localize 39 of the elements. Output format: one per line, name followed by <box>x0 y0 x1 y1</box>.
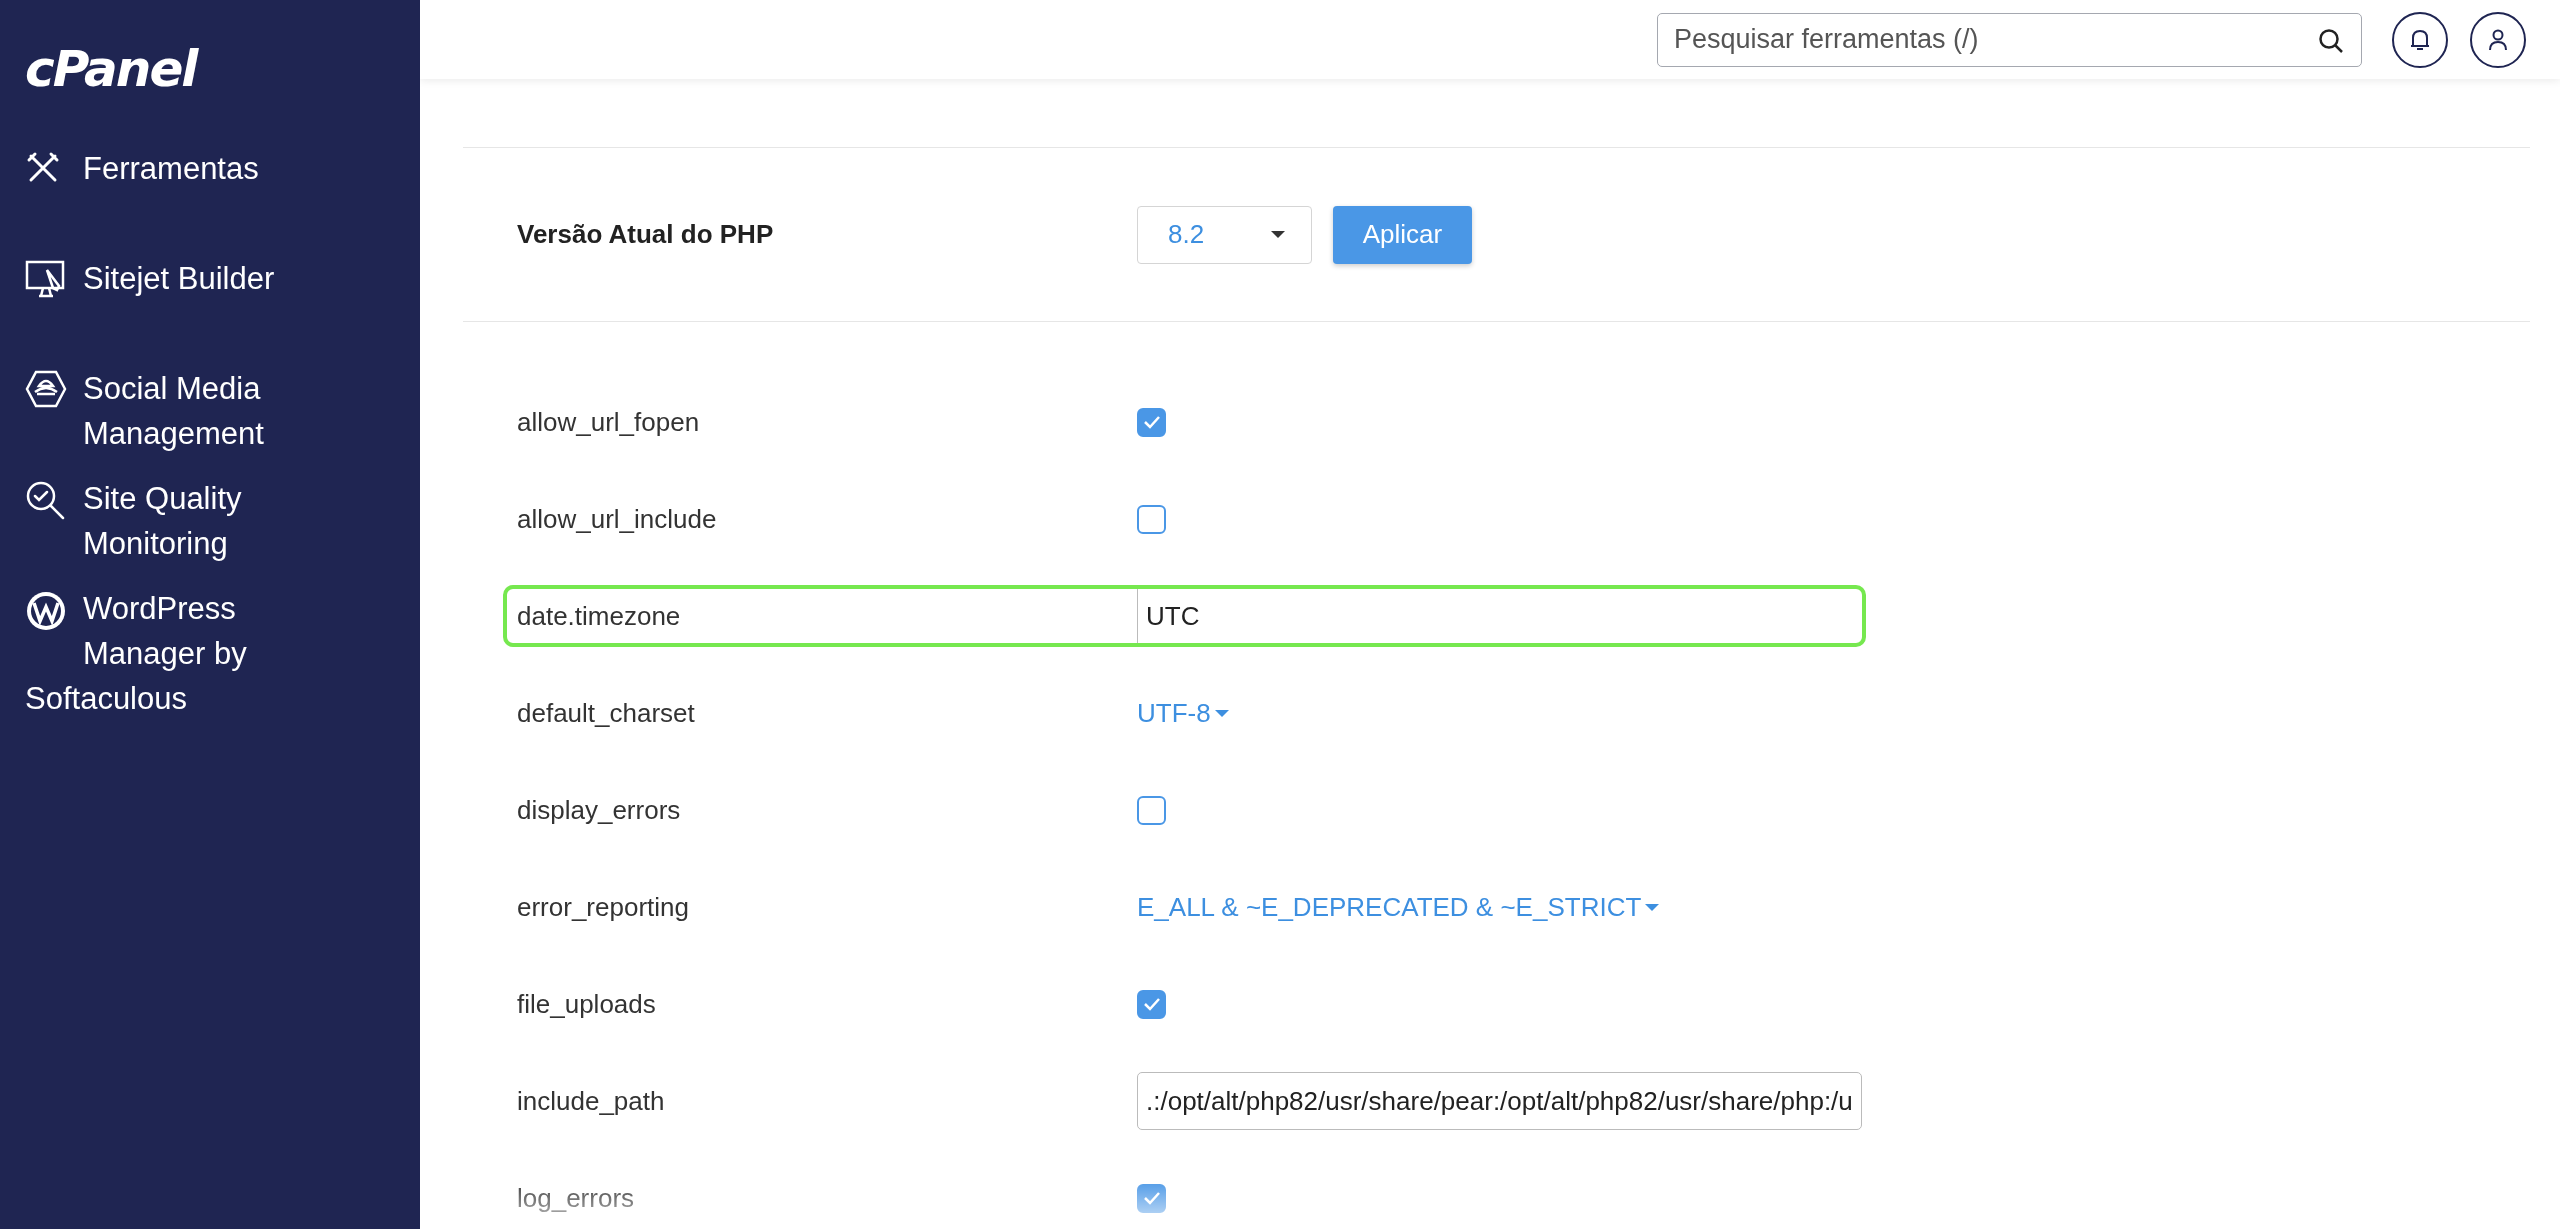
sidebar-item[interactable]: Sitejet Builder <box>25 256 355 301</box>
sidebar-item[interactable]: Social Media Management <box>25 366 355 456</box>
value-field[interactable]: .:/opt/alt/php82/usr/share/pear:/opt/alt/php82/usr/share/php:/u <box>1137 1072 1862 1130</box>
monitor-pencil-icon <box>25 260 65 298</box>
magnifier-check-icon <box>25 480 67 522</box>
cpanel-logo[interactable]: cPanel <box>25 40 197 98</box>
checkbox[interactable] <box>1137 504 1166 534</box>
checkbox[interactable] <box>1137 795 1166 825</box>
wordpress-logo-icon <box>25 590 67 632</box>
directive-name: file_uploads <box>517 988 657 1020</box>
directive-name: include_path <box>517 1085 666 1117</box>
notifications-button[interactable] <box>2392 11 2448 68</box>
directive-name: error_reporting <box>517 891 690 923</box>
caret-icon <box>1645 903 1660 911</box>
sidebar-item[interactable]: WordPress Manager by Softaculous <box>25 586 355 721</box>
checkbox[interactable] <box>1137 989 1166 1019</box>
check-icon <box>1142 415 1161 429</box>
php-version-value: 8.2 <box>1168 219 1205 250</box>
sidebar-item[interactable]: Site Quality Monitoring <box>25 476 355 566</box>
check-icon <box>1142 1191 1161 1205</box>
caret-icon <box>1214 709 1229 717</box>
search-icon <box>2318 27 2344 54</box>
php-version-label: Versão Atual do PHP <box>517 219 775 250</box>
directive-name: display_errors <box>517 794 682 826</box>
user-button[interactable] <box>2470 11 2526 68</box>
checkbox[interactable] <box>1137 1183 1166 1213</box>
sidebar-item[interactable]: Ferramentas <box>25 146 355 191</box>
directive-name: date.timezone <box>517 600 682 632</box>
directive-name: log_errors <box>517 1182 636 1214</box>
directive-name: allow_url_fopen <box>517 406 701 438</box>
directive-name: allow_url_include <box>517 503 718 535</box>
directive-name: default_charset <box>517 697 696 729</box>
hexagon-icon <box>25 370 67 408</box>
bell-icon <box>2409 27 2431 52</box>
search-field[interactable]: Pesquisar ferramentas (/) <box>1657 12 2362 67</box>
check-icon <box>1142 997 1161 1011</box>
checkbox[interactable] <box>1137 407 1166 437</box>
user-icon <box>2487 27 2509 52</box>
caret-icon <box>1271 231 1285 238</box>
